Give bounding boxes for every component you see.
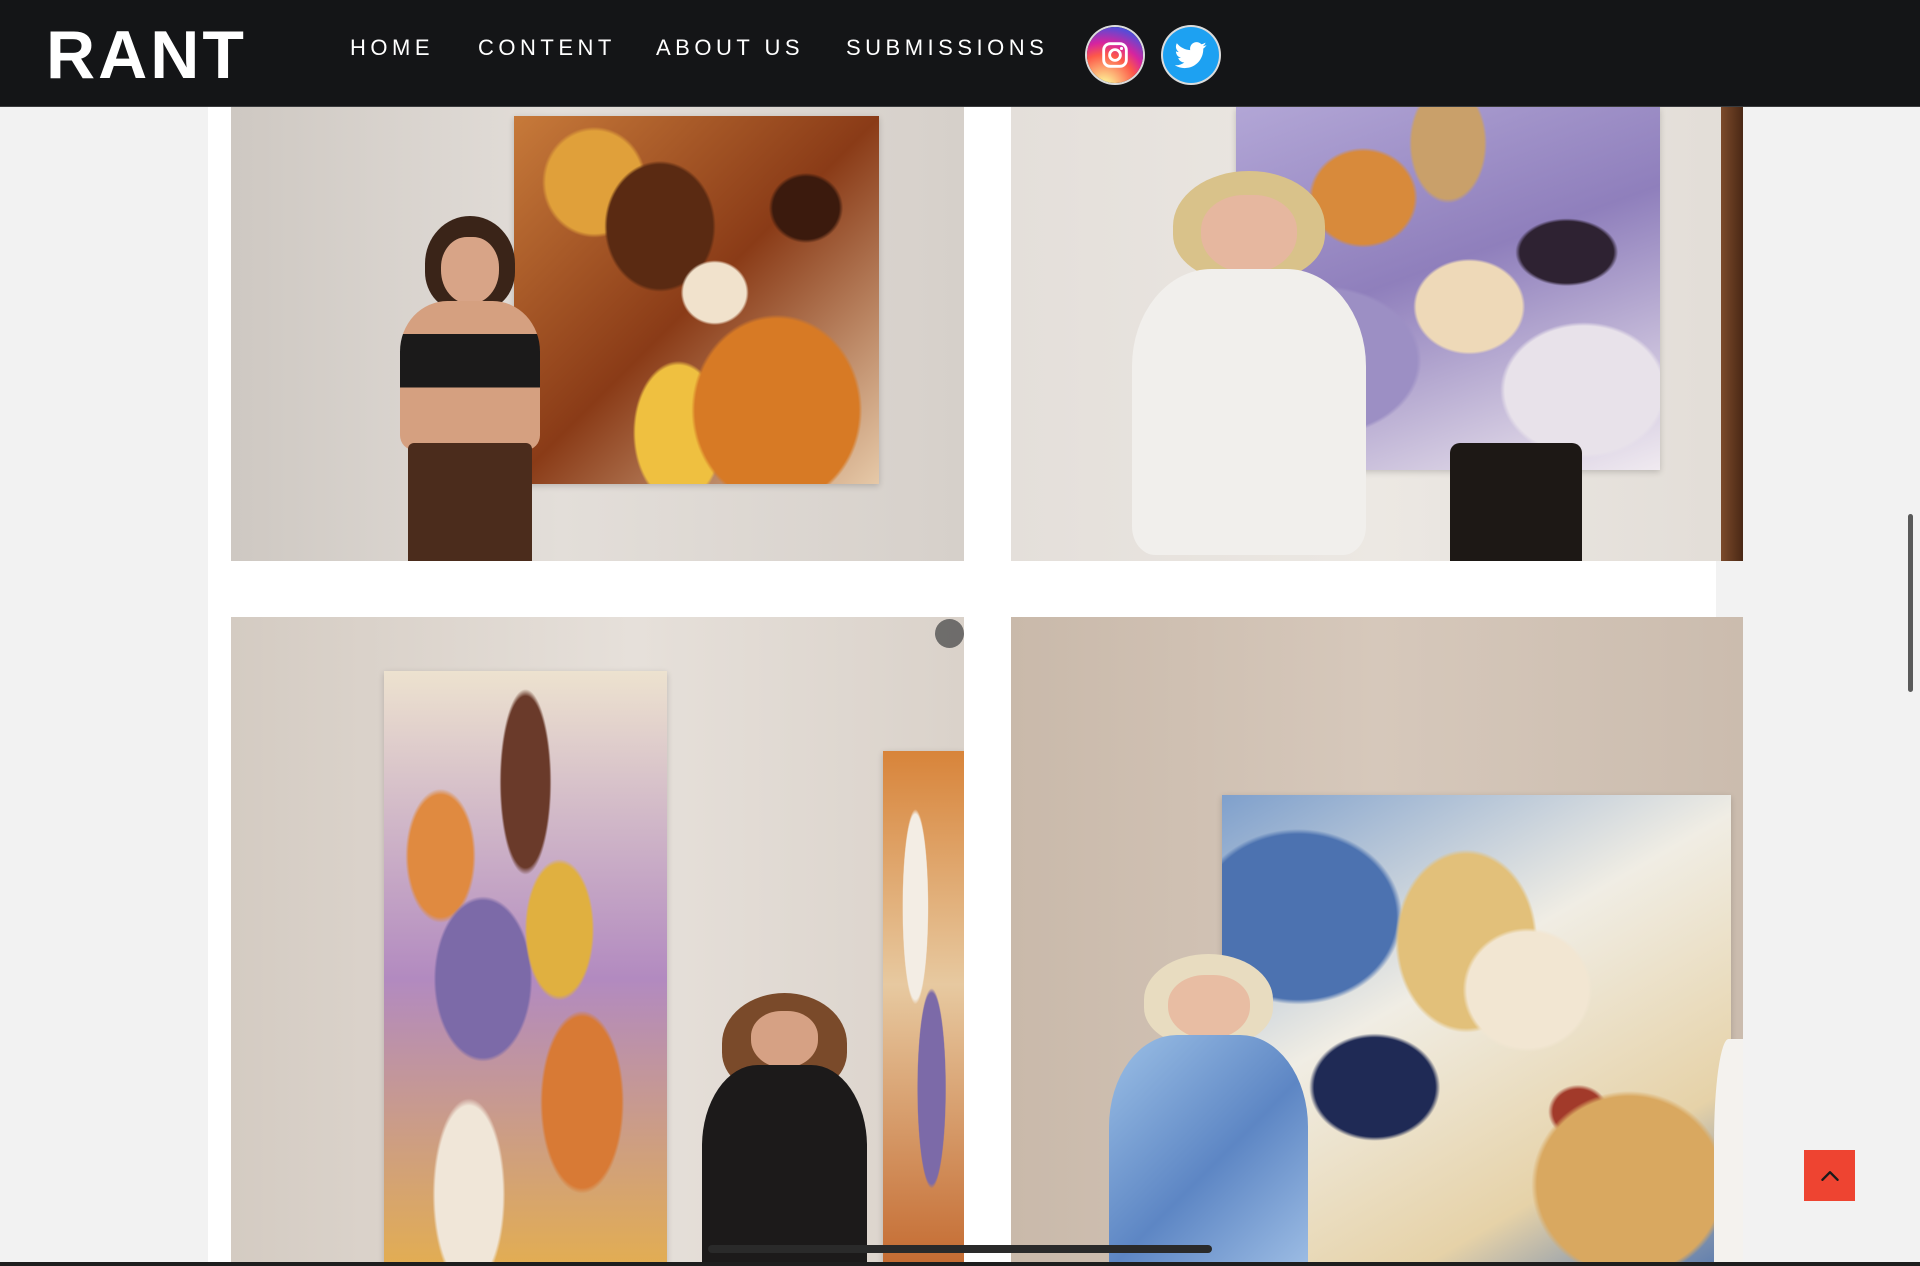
nav-item-about-us[interactable]: ABOUT US [656, 37, 804, 59]
twitter-icon [1175, 42, 1207, 69]
person-torso [1131, 268, 1366, 555]
site-header: RANT HOME CONTENT ABOUT US SUBMISSIONS [0, 0, 1920, 107]
bottom-edge [0, 1262, 1920, 1266]
instagram-link[interactable] [1087, 27, 1143, 83]
person-figure [663, 993, 905, 1266]
twitter-link[interactable] [1163, 27, 1219, 83]
overlay-dot [935, 619, 964, 648]
person-face [1200, 195, 1298, 273]
nav-item-submissions[interactable]: SUBMISSIONS [846, 37, 1048, 59]
person-legs [408, 442, 532, 561]
nav-item-content[interactable]: CONTENT [478, 37, 616, 59]
person-face [441, 237, 499, 305]
instagram-icon [1102, 42, 1128, 68]
person-figure [367, 215, 572, 561]
person-face [750, 1011, 819, 1069]
person-figure [1077, 170, 1421, 561]
photo-edge [1721, 107, 1743, 561]
partial-figure [1713, 1038, 1743, 1266]
scroll-to-top-button[interactable] [1804, 1150, 1855, 1201]
painting-artwork [384, 670, 668, 1266]
gallery-photo [1011, 107, 1743, 561]
chevron-up-icon [1820, 1170, 1839, 1181]
home-indicator [708, 1245, 1212, 1253]
person-torso [400, 300, 540, 450]
gallery-photo [1011, 617, 1743, 1266]
phone-silhouette [1450, 442, 1582, 561]
gallery-photo [231, 617, 964, 1266]
person-face [1167, 974, 1250, 1039]
person-torso [1109, 1035, 1309, 1266]
gallery-photo [231, 107, 964, 561]
nav-item-home[interactable]: HOME [350, 37, 434, 59]
site-logo[interactable]: RANT [46, 21, 247, 89]
scrollbar-thumb[interactable] [1908, 514, 1913, 692]
person-figure [1062, 954, 1355, 1266]
person-torso [702, 1065, 867, 1266]
